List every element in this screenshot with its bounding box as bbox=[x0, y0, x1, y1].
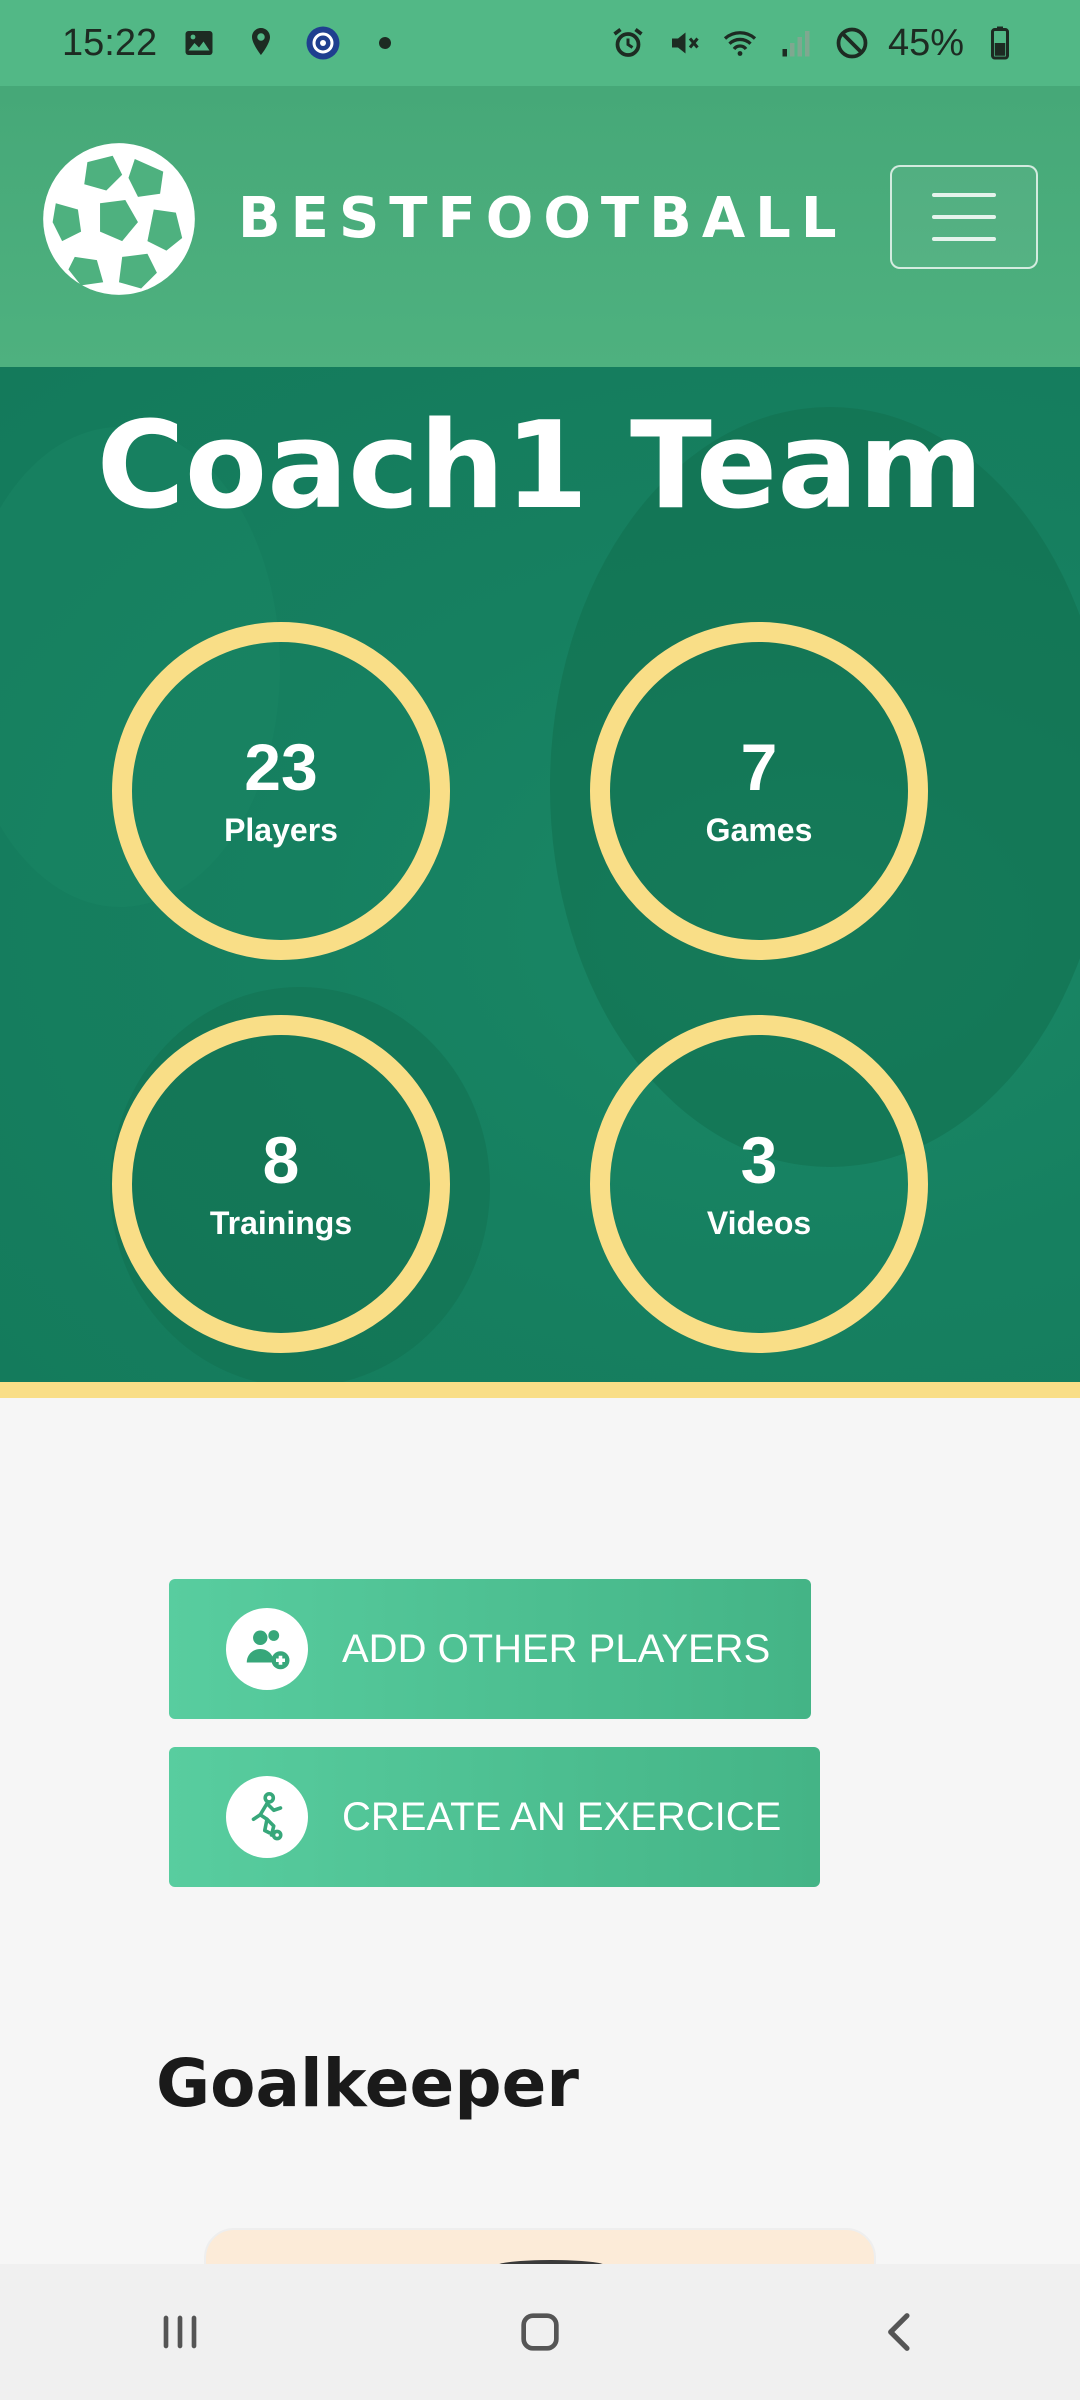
system-nav-bar bbox=[0, 2264, 1080, 2400]
signal-icon bbox=[776, 23, 816, 63]
stat-players[interactable]: 23 Players bbox=[112, 622, 450, 960]
site-header: BESTFOOTBALL bbox=[0, 86, 1080, 367]
battery-icon bbox=[980, 23, 1020, 63]
football-logo-icon[interactable] bbox=[40, 140, 198, 298]
status-time: 15:22 bbox=[62, 21, 158, 64]
gallery-icon bbox=[179, 23, 219, 63]
status-bar: 15:22 45% bbox=[0, 0, 1080, 86]
recent-apps-button[interactable] bbox=[120, 2282, 240, 2382]
battery-percent: 45% bbox=[887, 21, 964, 64]
stat-trainings[interactable]: 8 Trainings bbox=[112, 1015, 450, 1353]
stat-games-label: Games bbox=[705, 811, 813, 848]
recent-apps-icon bbox=[163, 2315, 197, 2349]
team-title: Coach1 Team bbox=[96, 397, 984, 536]
stat-videos-value: 3 bbox=[740, 1122, 778, 1197]
stat-trainings-label: Trainings bbox=[209, 1204, 353, 1241]
hamburger-menu-button[interactable] bbox=[890, 165, 1038, 269]
create-exercise-label: CREATE AN EXERCICE bbox=[342, 1794, 782, 1839]
running-player-icon bbox=[226, 1776, 308, 1858]
team-hero: Coach1 Team 23 Players 7 Games 8 Trainin… bbox=[0, 367, 1080, 1382]
add-players-label: ADD OTHER PLAYERS bbox=[342, 1626, 771, 1671]
add-players-button[interactable]: ADD OTHER PLAYERS bbox=[169, 1579, 811, 1719]
alarm-icon bbox=[608, 23, 648, 63]
stat-videos-label: Videos bbox=[706, 1204, 812, 1241]
stat-players-label: Players bbox=[224, 811, 338, 848]
dot-icon bbox=[365, 23, 405, 63]
wifi-icon bbox=[720, 23, 760, 63]
stat-games-value: 7 bbox=[740, 729, 778, 804]
location-icon bbox=[241, 23, 281, 63]
home-icon bbox=[521, 2313, 559, 2351]
stat-games[interactable]: 7 Games bbox=[590, 622, 928, 960]
stat-players-value: 23 bbox=[244, 729, 318, 804]
create-exercise-button[interactable]: CREATE AN EXERCICE bbox=[169, 1747, 820, 1887]
mute-icon bbox=[664, 23, 704, 63]
hamburger-menu-icon bbox=[932, 193, 996, 197]
add-player-icon bbox=[226, 1608, 308, 1690]
section-title-goalkeeper: Goalkeeper bbox=[156, 2045, 579, 2122]
vpn-app-icon bbox=[303, 23, 343, 63]
back-button[interactable] bbox=[840, 2282, 960, 2382]
hamburger-line bbox=[932, 237, 996, 241]
hero-bottom-border bbox=[0, 1382, 1080, 1398]
stat-videos[interactable]: 3 Videos bbox=[590, 1015, 928, 1353]
hamburger-line bbox=[932, 215, 996, 219]
stat-trainings-value: 8 bbox=[262, 1122, 300, 1197]
home-button[interactable] bbox=[480, 2282, 600, 2382]
back-icon bbox=[888, 2313, 910, 2351]
dnd-icon bbox=[832, 23, 872, 63]
brand-name[interactable]: BESTFOOTBALL bbox=[238, 186, 847, 251]
